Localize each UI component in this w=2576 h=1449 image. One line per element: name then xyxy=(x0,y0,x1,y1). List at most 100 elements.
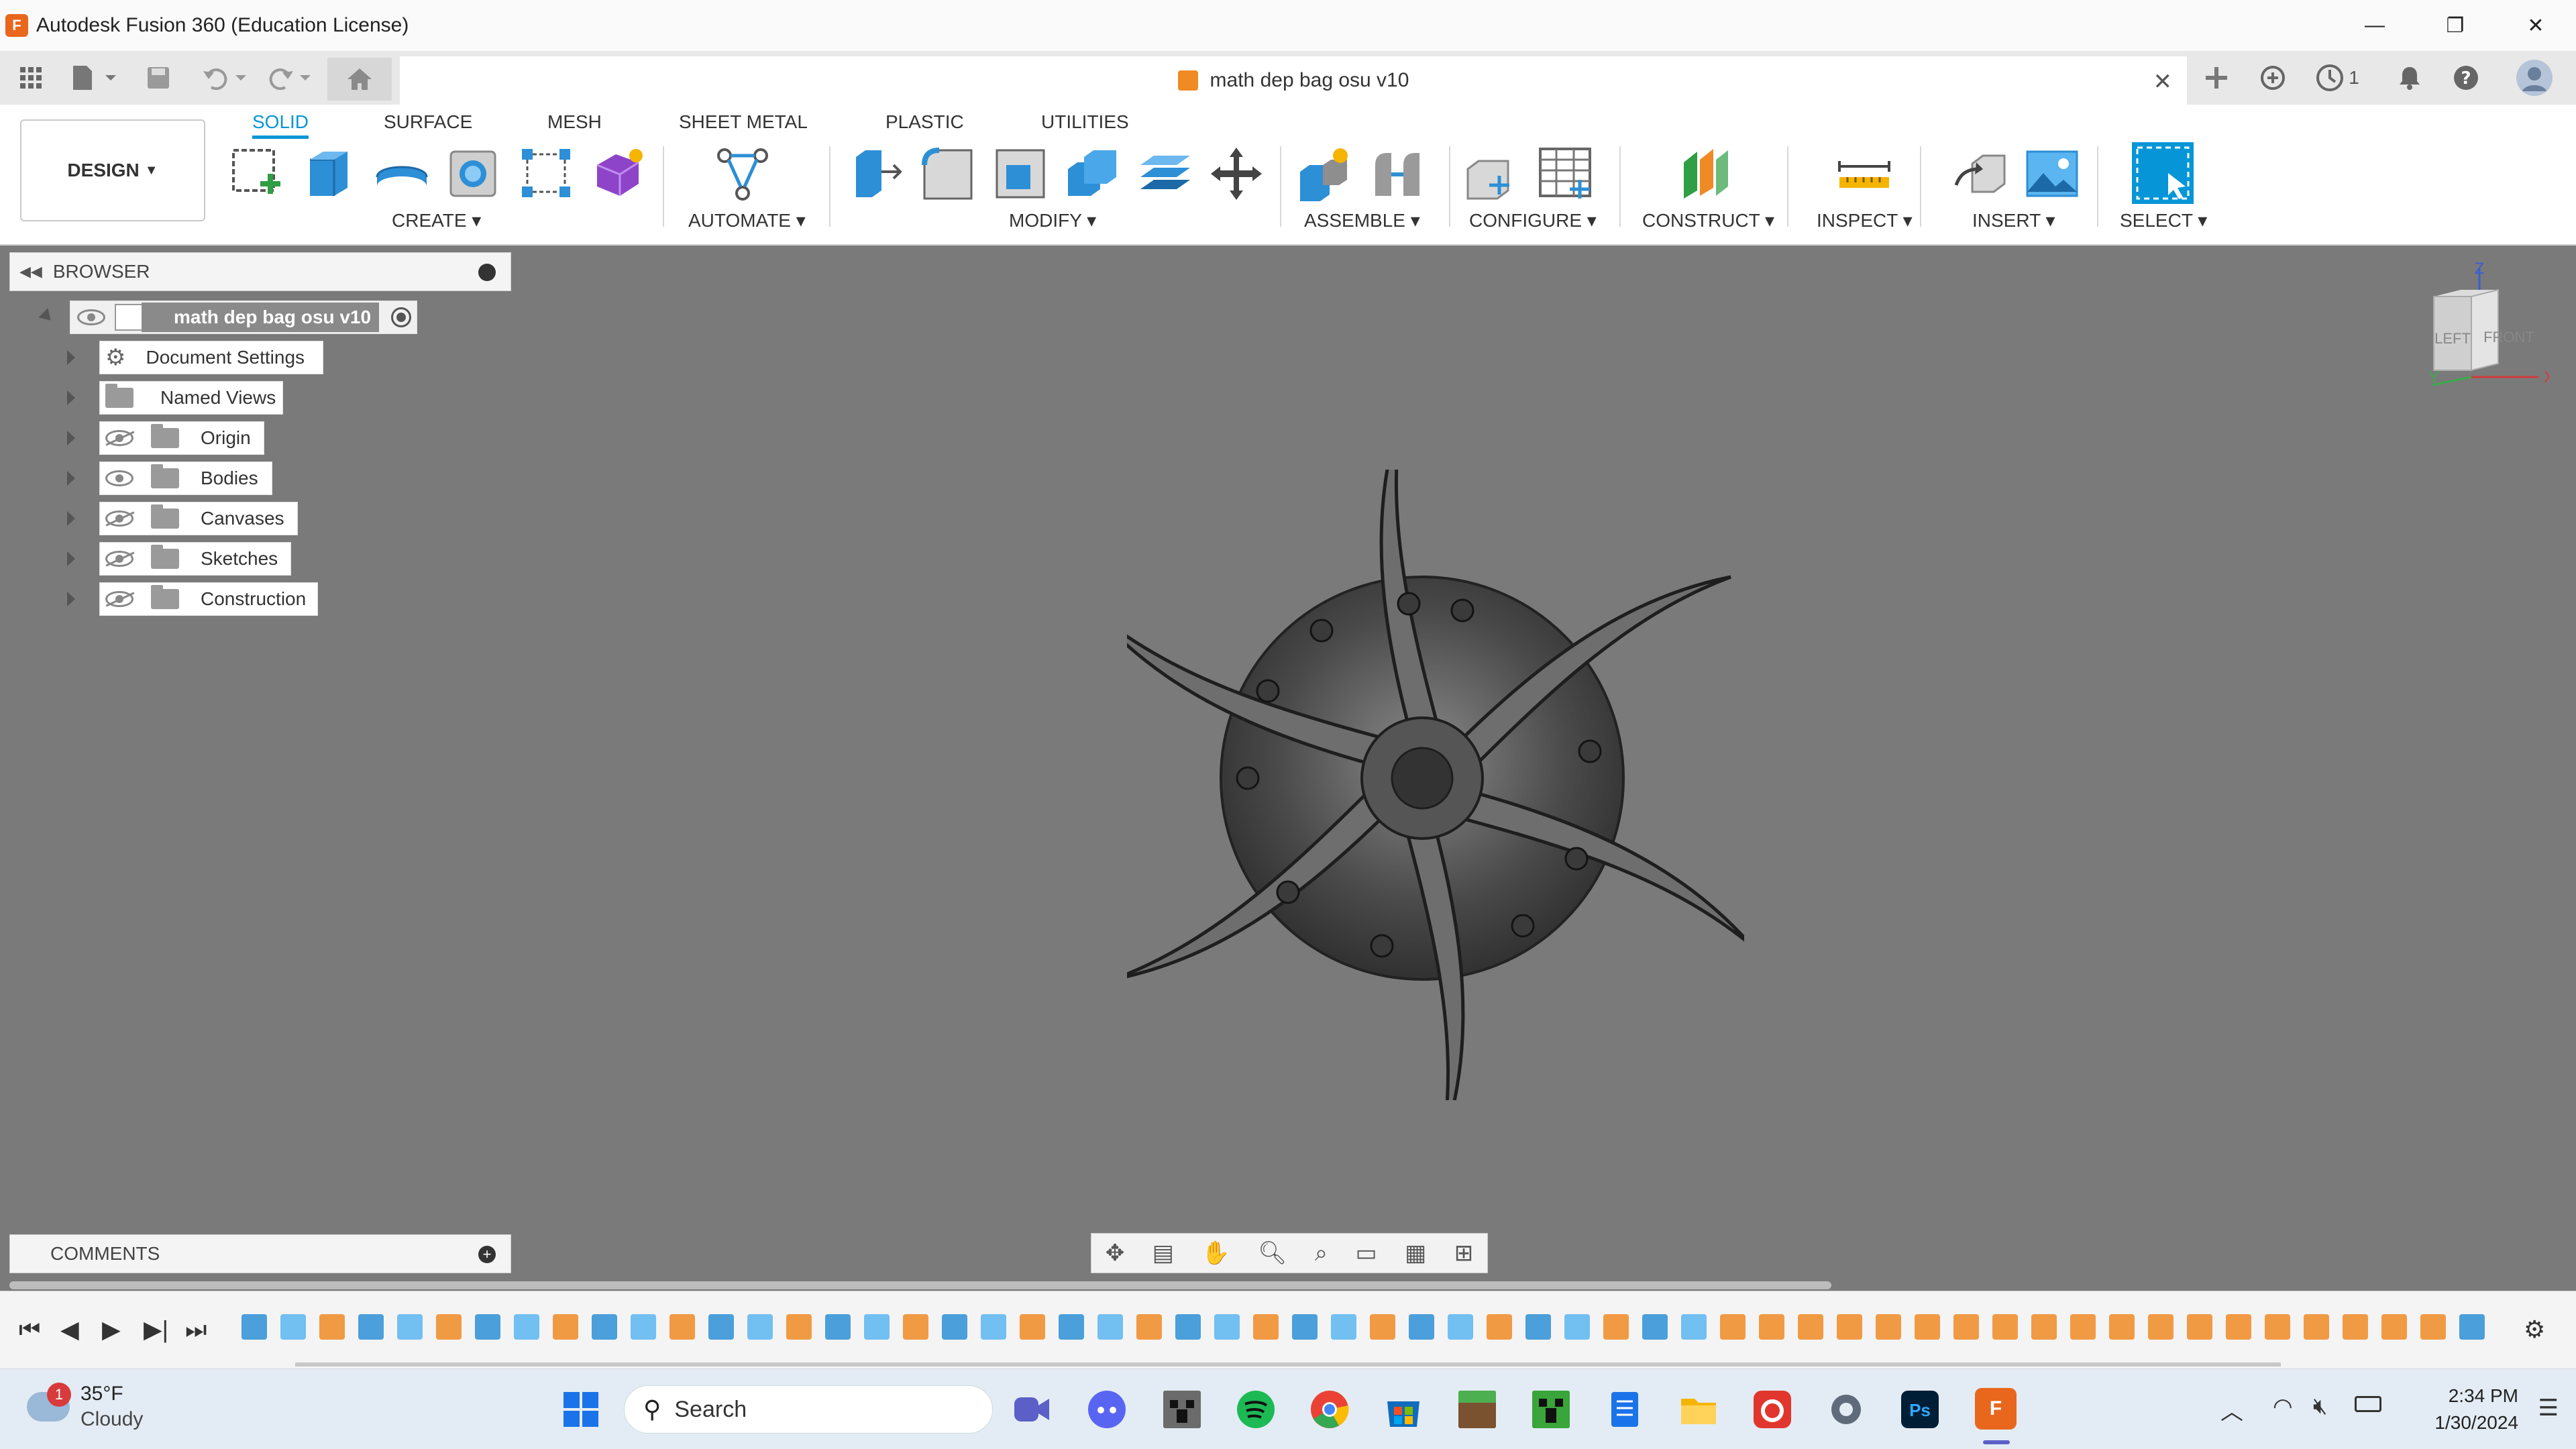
undo-icon[interactable] xyxy=(199,63,252,93)
timeline-feature-icon[interactable] xyxy=(592,1314,617,1340)
collapse-browser-icon[interactable]: ◀◀ xyxy=(19,263,42,280)
timeline-feature-icon[interactable] xyxy=(747,1314,773,1340)
visibility-hidden-icon[interactable] xyxy=(105,551,133,567)
extensions-icon[interactable] xyxy=(2257,62,2289,94)
timeline-feature-icon[interactable] xyxy=(1642,1314,1668,1340)
timeline-feature-icon[interactable] xyxy=(903,1314,928,1340)
minecraft-launcher-icon[interactable] xyxy=(1457,1389,1497,1430)
timeline-feature-icon[interactable] xyxy=(825,1314,851,1340)
configuration-table-icon[interactable] xyxy=(1536,145,1594,203)
timeline-feature-icon[interactable] xyxy=(241,1314,267,1340)
workspace-switcher[interactable]: DESIGN ▼ xyxy=(20,119,205,221)
speaker-muted-icon[interactable]: 🔇︎ xyxy=(2313,1393,2327,1419)
timeline-feature-icon[interactable] xyxy=(2226,1314,2251,1340)
weather-widget[interactable]: 1 35°F Cloudy xyxy=(27,1381,143,1432)
document-tab[interactable]: math dep bag osu v10 ✕ xyxy=(400,56,2187,105)
rectangular-pattern-icon[interactable] xyxy=(518,145,576,203)
timeline-feature-icon[interactable] xyxy=(436,1314,462,1340)
microsoft-store-icon[interactable] xyxy=(1383,1389,1424,1430)
timeline-feature-icon[interactable] xyxy=(2459,1314,2485,1340)
tab-solid[interactable]: SOLID xyxy=(252,111,309,139)
timeline-feature-icon[interactable] xyxy=(1253,1314,1279,1340)
visibility-hidden-icon[interactable] xyxy=(105,591,133,607)
tab-surface[interactable]: SURFACE xyxy=(384,111,472,133)
browser-panel-header[interactable]: ◀◀ BROWSER xyxy=(9,252,511,291)
timeline-feature-icon[interactable] xyxy=(2381,1314,2407,1340)
insert-group-label[interactable]: INSERT ▾ xyxy=(1972,209,2055,231)
data-panel-grid-icon[interactable] xyxy=(15,63,47,93)
help-icon[interactable]: ? xyxy=(2450,62,2482,94)
timeline-feature-icon[interactable] xyxy=(942,1314,967,1340)
minimize-button[interactable]: — xyxy=(2334,0,2415,51)
viewcube[interactable]: Z LEFT FRONT X Y xyxy=(2428,262,2549,389)
timeline-feature-icon[interactable] xyxy=(1837,1314,1862,1340)
redo-icon[interactable] xyxy=(263,63,317,93)
press-pull-icon[interactable] xyxy=(847,145,904,203)
construct-group-label[interactable]: CONSTRUCT ▾ xyxy=(1642,209,1774,231)
timeline-feature-icon[interactable] xyxy=(669,1314,695,1340)
grid-settings-icon[interactable]: ▦ xyxy=(1405,1240,1426,1267)
automate-icon[interactable] xyxy=(714,145,771,203)
timeline-feature-icon[interactable] xyxy=(1020,1314,1045,1340)
insert-canvas-icon[interactable] xyxy=(2023,145,2081,203)
timeline-feature-icon[interactable] xyxy=(2420,1314,2446,1340)
taskbar-search[interactable]: ⚲ Search xyxy=(624,1385,993,1434)
timeline-feature-icon[interactable] xyxy=(864,1314,890,1340)
restore-button[interactable]: ❐ xyxy=(2415,0,2496,51)
taskbar-clock[interactable]: 2:34 PM 1/30/2024 xyxy=(2434,1383,2518,1436)
offset-face-icon[interactable] xyxy=(1136,145,1194,203)
timeline-feature-icon[interactable] xyxy=(397,1314,423,1340)
timeline-feature-icon[interactable] xyxy=(2109,1314,2135,1340)
timeline-feature-icon[interactable] xyxy=(1603,1314,1629,1340)
spotify-icon[interactable] xyxy=(1236,1389,1276,1430)
timeline-feature-icon[interactable] xyxy=(2343,1314,2368,1340)
viewport-scrollbar[interactable] xyxy=(9,1281,1831,1289)
timeline-feature-icon[interactable] xyxy=(1759,1314,1784,1340)
timeline-feature-icon[interactable] xyxy=(2031,1314,2057,1340)
timeline-next-icon[interactable]: ▶| xyxy=(144,1316,168,1344)
fillet-icon[interactable] xyxy=(919,145,977,203)
measure-icon[interactable] xyxy=(1835,145,1893,203)
close-tab-icon[interactable]: ✕ xyxy=(2153,68,2173,95)
impeller-model[interactable] xyxy=(1127,470,1744,1100)
timeline-feature-icon[interactable] xyxy=(1798,1314,1823,1340)
start-windows-icon[interactable] xyxy=(561,1389,601,1430)
browser-item-document-settings[interactable]: ⚙ Document Settings xyxy=(99,341,323,374)
timeline-feature-icon[interactable] xyxy=(358,1314,384,1340)
tab-utilities[interactable]: UTILITIES xyxy=(1041,111,1129,133)
timeline-previous-icon[interactable]: ◀ xyxy=(60,1316,79,1344)
viewports-icon[interactable]: ⊞ xyxy=(1454,1240,1474,1267)
expand-toggle-icon[interactable] xyxy=(38,308,56,325)
timeline-feature-icon[interactable] xyxy=(280,1314,306,1340)
timeline-feature-icon[interactable] xyxy=(2304,1314,2329,1340)
timeline-feature-icon[interactable] xyxy=(475,1314,500,1340)
timeline-feature-icon[interactable] xyxy=(631,1314,656,1340)
battery-icon[interactable] xyxy=(2355,1396,2381,1412)
timeline-feature-icon[interactable] xyxy=(2265,1314,2290,1340)
new-component-icon[interactable] xyxy=(1296,145,1354,203)
timeline-feature-icon[interactable] xyxy=(1370,1314,1395,1340)
browser-item-canvases[interactable]: Canvases xyxy=(99,502,298,535)
timeline-feature-icon[interactable] xyxy=(786,1314,812,1340)
timeline-feature-icon[interactable] xyxy=(1175,1314,1201,1340)
select-icon[interactable] xyxy=(2131,141,2195,205)
create-sketch-icon[interactable] xyxy=(228,145,286,203)
timeline-play-icon[interactable]: ▶ xyxy=(102,1316,121,1344)
timeline-feature-icon[interactable] xyxy=(2070,1314,2096,1340)
timeline-last-icon[interactable]: ⏭ xyxy=(185,1316,207,1344)
file-menu-icon[interactable] xyxy=(67,63,121,93)
assemble-group-label[interactable]: ASSEMBLE ▾ xyxy=(1304,209,1420,231)
tab-mesh[interactable]: MESH xyxy=(547,111,602,133)
save-icon[interactable] xyxy=(142,63,174,93)
timeline-feature-icon[interactable] xyxy=(981,1314,1006,1340)
display-settings-icon[interactable]: ▭ xyxy=(1355,1240,1377,1267)
timeline-feature-icon[interactable] xyxy=(1487,1314,1512,1340)
timeline-scroll[interactable] xyxy=(295,1362,2281,1366)
insert-derive-icon[interactable] xyxy=(1952,145,2010,203)
add-comment-icon[interactable]: + xyxy=(478,1246,496,1263)
visibility-eye-icon[interactable] xyxy=(77,309,105,325)
creative-cloud-icon[interactable] xyxy=(1752,1389,1792,1430)
close-window-button[interactable]: ✕ xyxy=(2496,0,2576,51)
browser-minimize-icon[interactable] xyxy=(478,264,496,281)
pan-icon[interactable]: ✋ xyxy=(1201,1240,1230,1267)
